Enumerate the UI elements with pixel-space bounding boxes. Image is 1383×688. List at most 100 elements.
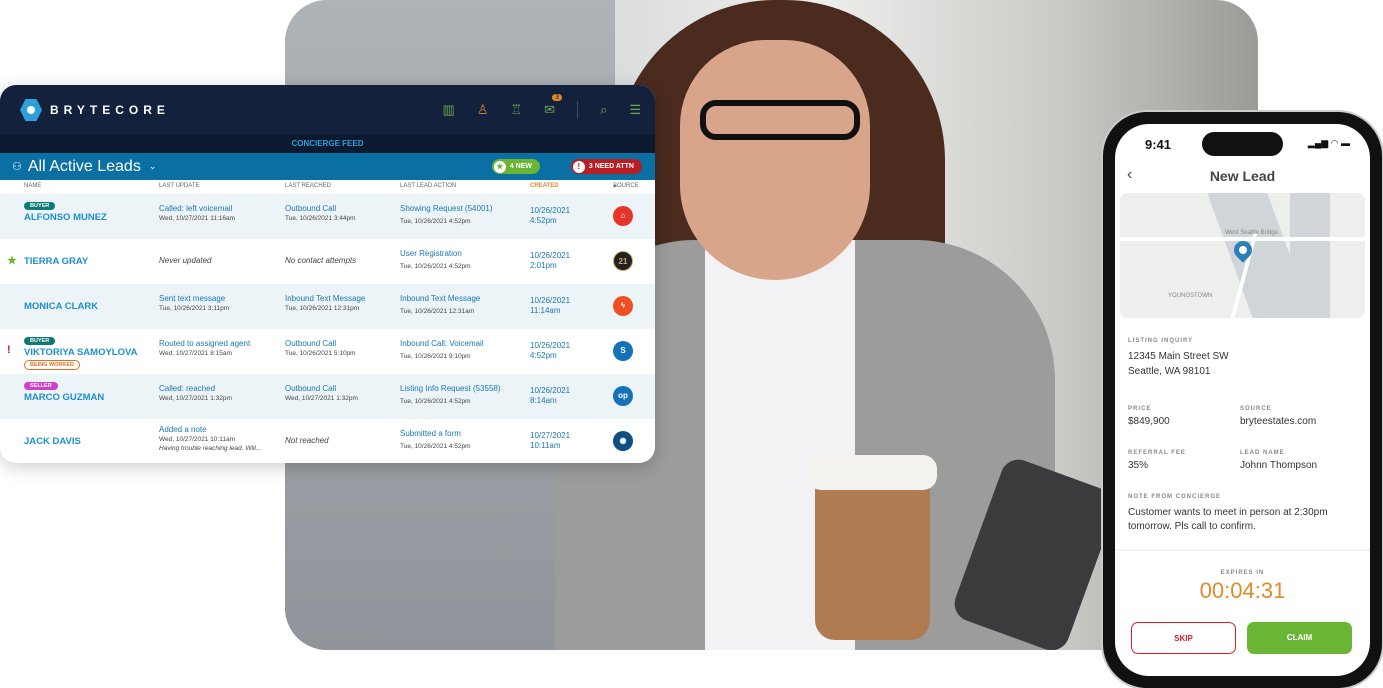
update-time: Wed, 10/27/2021 8:15am xyxy=(159,350,232,357)
table-row[interactable]: BUYER ALFONSO MUNEZ Called: left voicemail… xyxy=(0,194,655,239)
created-time: 8:14am xyxy=(530,396,557,405)
action-time: Tue, 10/26/2021 4:52pm xyxy=(400,263,471,270)
table-row[interactable]: JACK DAVIS Added a note Wed, 10/27/2021 10… xyxy=(0,419,655,463)
created-date: 10/26/2021 xyxy=(530,296,571,305)
house-icon[interactable]: ⌂ xyxy=(613,206,633,226)
action-time: Tue, 10/26/2021 12:31am xyxy=(400,308,475,315)
view-title[interactable]: All Active Leads xyxy=(28,158,141,176)
lead-name-link[interactable]: TIERRA GRAY xyxy=(24,256,88,267)
address-line1: 12345 Main Street SW xyxy=(1128,351,1229,362)
chevron-down-icon[interactable]: ⌄ xyxy=(149,161,157,172)
table-row[interactable]: ! BUYER VIKTORIYA SAMOYLOVA BEING WORKED Rou… xyxy=(0,329,655,374)
update-time: Wed, 10/27/2021 11:16am xyxy=(159,215,236,222)
update-link[interactable]: Called: left voicemail xyxy=(159,204,235,213)
lead-name-link[interactable]: ALFONSO MUNEZ xyxy=(24,212,107,223)
update-text: Never updated xyxy=(159,256,212,265)
created-date: 10/26/2021 xyxy=(530,251,571,260)
lead-name-link[interactable]: MONICA CLARK xyxy=(24,301,98,312)
table-row[interactable]: ★ TIERRA GRAY Never updated No contact atte… xyxy=(0,239,655,284)
map-label: YOUNGSTOWN xyxy=(1168,293,1213,299)
alert-icon: ! xyxy=(572,160,585,173)
col-last-update[interactable]: LAST UPDATE xyxy=(159,183,199,189)
lead-name-link[interactable]: VIKTORIYA SAMOYLOVA xyxy=(24,347,138,358)
agent-icon[interactable]: ♙ xyxy=(477,102,489,118)
address-line2: Seattle, WA 98101 xyxy=(1128,366,1211,377)
reached-time: Wed, 10/27/2021 1:32pm xyxy=(285,395,358,402)
alert-icon: ! xyxy=(7,344,11,356)
new-leads-pill[interactable]: ★ 4 NEW xyxy=(491,159,540,174)
reached-link[interactable]: Outbound Call xyxy=(285,384,358,393)
col-last-reached[interactable]: LAST REACHED xyxy=(285,183,331,189)
created-time: 10:11am xyxy=(530,441,561,450)
claim-button[interactable]: CLAIM xyxy=(1247,622,1352,654)
action-link[interactable]: Showing Request (54001) xyxy=(400,204,493,213)
action-link[interactable]: Inbound Text Message xyxy=(400,294,480,303)
reached-link[interactable]: Outbound Call xyxy=(285,204,356,213)
update-time: Wed, 10/27/2021 1:32pm xyxy=(159,395,232,402)
need-attention-pill[interactable]: ! 3 NEED ATTN xyxy=(570,159,642,174)
bolt-icon[interactable]: ϟ xyxy=(613,296,633,316)
search-icon[interactable]: ⌕ xyxy=(600,102,607,118)
lead-type-badge: SELLER xyxy=(24,382,58,390)
status-time: 9:41 xyxy=(1145,137,1172,152)
update-link[interactable]: Sent text message xyxy=(159,294,229,303)
created-date: 10/26/2021 xyxy=(530,206,571,215)
divider xyxy=(1115,549,1370,551)
mail-badge: 3 xyxy=(552,94,563,101)
action-link[interactable]: Inbound Call: Voicemail xyxy=(400,339,484,348)
leads-dashboard: BRYTECORE ▥ ♙ ♖ ✉ 3 ⌕ ☰ CONCIERGE FEED ⚇ … xyxy=(0,85,655,463)
action-link[interactable]: User Registration xyxy=(400,249,471,258)
col-created[interactable]: CREATED xyxy=(530,183,559,189)
concierge-feed-tab[interactable]: CONCIERGE FEED xyxy=(0,135,655,153)
logo-hex-icon xyxy=(20,99,42,121)
reached-link[interactable]: Inbound Text Message xyxy=(285,294,365,303)
reached-time: Tue, 10/26/2021 12:31pm xyxy=(285,305,360,312)
map-label: West Seattle Bridge xyxy=(1225,230,1278,236)
listing-map[interactable]: West Seattle Bridge YOUNGSTOWN xyxy=(1120,193,1365,318)
expires-label: EXPIRES IN xyxy=(1220,570,1265,576)
status-icons: ▂▄▆ ◠ ▬ xyxy=(1307,138,1350,148)
building-icon[interactable]: ▥ xyxy=(443,102,455,118)
price-value: $849,900 xyxy=(1128,416,1170,427)
people-list-icon[interactable]: ♖ xyxy=(511,102,523,118)
col-source[interactable]: SOURCE ▾ xyxy=(613,183,639,190)
update-time: Wed, 10/27/2021 10:11am xyxy=(159,436,236,443)
menu-icon[interactable]: ☰ xyxy=(629,102,641,118)
being-worked-badge: BEING WORKED xyxy=(24,360,80,370)
mail-icon[interactable]: ✉ 3 xyxy=(544,94,563,118)
update-link[interactable]: Added a note xyxy=(159,425,261,434)
update-time: Tue, 10/26/2021 3:11pm xyxy=(159,305,230,312)
s-logo-icon[interactable]: S xyxy=(613,341,633,361)
created-date: 10/26/2021 xyxy=(530,386,571,395)
note-text: Customer wants to meet in person at 2:30… xyxy=(1128,507,1328,532)
lead-name-link[interactable]: JACK DAVIS xyxy=(24,436,81,447)
skip-button[interactable]: SKIP xyxy=(1131,622,1236,654)
century21-icon[interactable]: 21 xyxy=(613,251,633,271)
reached-text: No contact attempts xyxy=(285,256,357,265)
update-link[interactable]: Routed to assigned agent xyxy=(159,339,250,348)
phone-screen: 9:41 ▂▄▆ ◠ ▬ ‹ New Lead West Seattle Bri… xyxy=(1115,124,1370,676)
action-time: Tue, 10/26/2021 9:10pm xyxy=(400,353,471,360)
reached-link[interactable]: Outbound Call xyxy=(285,339,356,348)
col-last-lead-action[interactable]: LAST LEAD ACTION xyxy=(400,183,456,189)
lead-type-badge: BUYER xyxy=(24,337,56,345)
op-logo-icon[interactable]: op xyxy=(613,386,633,406)
listing-label: LISTING INQUIRY xyxy=(1128,338,1194,344)
table-row[interactable]: MONICA CLARK Sent text message Tue, 10/26/… xyxy=(0,284,655,329)
brytecore-logo[interactable]: BRYTECORE xyxy=(20,99,170,121)
reached-time: Tue, 10/26/2021 3:44pm xyxy=(285,215,356,222)
app-header: BRYTECORE ▥ ♙ ♖ ✉ 3 ⌕ ☰ xyxy=(0,85,655,135)
update-link[interactable]: Called: reached xyxy=(159,384,232,393)
divider xyxy=(577,101,579,119)
star-icon: ★ xyxy=(7,255,17,267)
note-label: NOTE FROM CONCIERGE xyxy=(1128,494,1222,500)
lead-name-link[interactable]: MARCO GUZMAN xyxy=(24,392,104,403)
action-link[interactable]: Listing Info Request (53558) xyxy=(400,384,501,393)
col-name[interactable]: NAME xyxy=(24,183,41,189)
table-row[interactable]: SELLER MARCO GUZMAN Called: reached Wed, 10… xyxy=(0,374,655,419)
action-link[interactable]: Submitted a form xyxy=(400,429,471,438)
action-time: Tue, 10/26/2021 4:52pm xyxy=(400,398,471,405)
lead-name-value: Johnn Thompson xyxy=(1240,460,1318,471)
leads-icon: ⚇ xyxy=(12,161,22,173)
brytecore-icon[interactable]: ◉ xyxy=(613,431,633,451)
